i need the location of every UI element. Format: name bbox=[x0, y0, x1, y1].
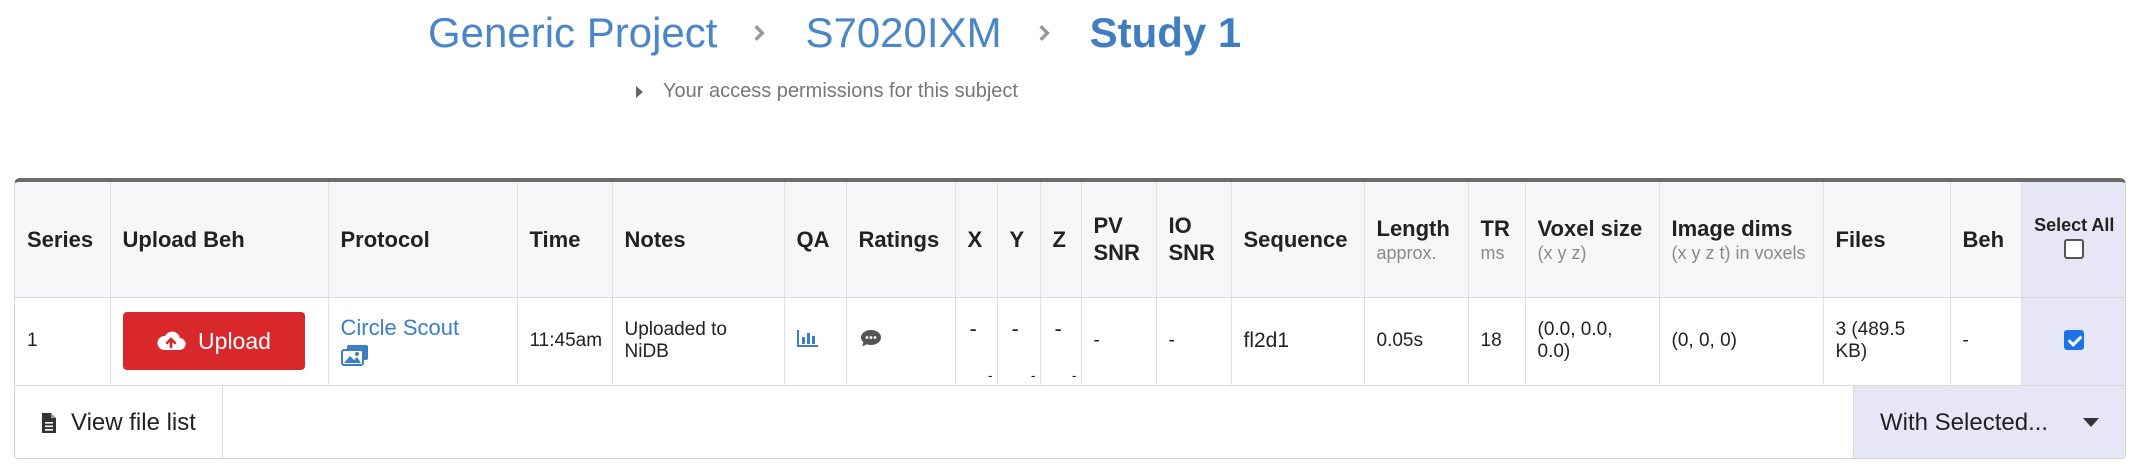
breadcrumb-subject-link[interactable]: S7020IXM bbox=[805, 9, 1001, 57]
upload-button-label: Upload bbox=[198, 327, 271, 354]
col-image-dims-label: Image dims bbox=[1671, 215, 1793, 241]
col-tr: TR ms bbox=[1468, 182, 1526, 298]
cell-x-value: - bbox=[969, 315, 977, 341]
with-selected-label: With Selected... bbox=[1880, 408, 2049, 436]
cell-length: 0.05s bbox=[1364, 297, 1469, 386]
chevron-right-icon bbox=[751, 25, 767, 41]
col-beh: Beh bbox=[1950, 182, 2022, 298]
col-series: Series bbox=[15, 182, 111, 298]
col-voxel-size: Voxel size (x y z) bbox=[1525, 182, 1660, 298]
cell-z-value: - bbox=[1054, 315, 1062, 341]
cell-y: - - bbox=[997, 297, 1041, 386]
cell-pv-snr: - bbox=[1081, 297, 1157, 386]
file-icon bbox=[42, 412, 56, 433]
table-footer: View file list With Selected... bbox=[15, 385, 2125, 459]
access-permissions-toggle[interactable]: Your access permissions for this subject bbox=[636, 80, 1018, 103]
col-protocol: Protocol bbox=[328, 182, 518, 298]
bar-chart-icon[interactable] bbox=[796, 329, 819, 347]
col-voxel-sub: (x y z) bbox=[1537, 242, 1587, 263]
col-image-dims-sub: (x y z t) in voxels bbox=[1671, 242, 1806, 263]
cell-x: - - bbox=[955, 297, 998, 386]
col-length-sub: approx. bbox=[1376, 242, 1437, 263]
caret-right-icon bbox=[636, 85, 643, 98]
col-sequence: Sequence bbox=[1231, 182, 1365, 298]
protocol-link[interactable]: Circle Scout bbox=[341, 316, 505, 340]
table-header-row: Series Upload Beh Protocol Time Notes QA… bbox=[15, 182, 2125, 298]
cell-io-snr: - bbox=[1156, 297, 1232, 386]
col-time: Time bbox=[517, 182, 613, 298]
comment-icon[interactable] bbox=[859, 328, 883, 348]
view-file-list-button[interactable]: View file list bbox=[15, 385, 223, 458]
col-select-all: Select All bbox=[2021, 182, 2125, 298]
select-all-label: Select All bbox=[2034, 215, 2115, 236]
access-permissions-label: Your access permissions for this subject bbox=[663, 80, 1018, 102]
cell-series: 1 bbox=[15, 297, 111, 386]
cell-sequence: fl2d1 bbox=[1231, 297, 1365, 386]
upload-button[interactable]: Upload bbox=[122, 312, 305, 370]
table-row: 1 Upload Circle Scout 11:45am Uploaded t… bbox=[15, 297, 2125, 386]
cell-notes: Uploaded to NiDB bbox=[612, 297, 785, 386]
caret-down-icon bbox=[2083, 418, 2099, 427]
col-files: Files bbox=[1823, 182, 1951, 298]
cell-z: - - bbox=[1040, 297, 1082, 386]
col-z: Z bbox=[1040, 182, 1082, 298]
cell-upload: Upload bbox=[110, 297, 329, 386]
cell-ratings bbox=[846, 297, 956, 386]
cell-time: 11:45am bbox=[517, 297, 613, 386]
col-length: Length approx. bbox=[1364, 182, 1469, 298]
col-y: Y bbox=[997, 182, 1041, 298]
series-table-card: Series Upload Beh Protocol Time Notes QA… bbox=[14, 178, 2126, 459]
breadcrumb-study-link[interactable]: Study 1 bbox=[1090, 9, 1242, 57]
cell-select bbox=[2021, 297, 2125, 386]
cell-x-sub: - bbox=[987, 366, 993, 383]
col-voxel-label: Voxel size bbox=[1537, 215, 1643, 241]
cell-tr: 18 bbox=[1468, 297, 1526, 386]
col-length-label: Length bbox=[1376, 215, 1450, 241]
col-image-dims: Image dims (x y z t) in voxels bbox=[1659, 182, 1824, 298]
footer-spacer bbox=[223, 386, 1853, 459]
col-upload-beh: Upload Beh bbox=[110, 182, 329, 298]
cell-image-dims: (0, 0, 0) bbox=[1659, 297, 1824, 386]
col-pv-snr: PV SNR bbox=[1081, 182, 1157, 298]
chevron-right-icon bbox=[1036, 25, 1052, 41]
cell-qa bbox=[784, 297, 847, 386]
cell-protocol: Circle Scout bbox=[328, 297, 518, 386]
col-tr-sub: ms bbox=[1480, 242, 1505, 263]
col-ratings: Ratings bbox=[846, 182, 956, 298]
cloud-upload-icon bbox=[157, 331, 186, 351]
breadcrumb: Generic Project S7020IXM Study 1 bbox=[428, 6, 1241, 60]
cell-y-sub: - bbox=[1030, 366, 1036, 383]
series-table: Series Upload Beh Protocol Time Notes QA… bbox=[15, 182, 2125, 386]
cell-z-sub: - bbox=[1071, 366, 1077, 383]
breadcrumb-project-link[interactable]: Generic Project bbox=[428, 9, 717, 57]
cell-beh: - bbox=[1950, 297, 2022, 386]
cell-files: 3 (489.5 KB) bbox=[1823, 297, 1951, 386]
col-notes: Notes bbox=[612, 182, 785, 298]
with-selected-dropdown[interactable]: With Selected... bbox=[1853, 385, 2125, 458]
cell-y-value: - bbox=[1011, 315, 1019, 341]
col-qa: QA bbox=[784, 182, 847, 298]
view-file-list-label: View file list bbox=[71, 408, 196, 436]
images-icon[interactable] bbox=[340, 344, 369, 366]
select-all-checkbox[interactable] bbox=[2064, 239, 2085, 260]
col-x: X bbox=[955, 182, 998, 298]
col-io-snr: IO SNR bbox=[1156, 182, 1232, 298]
row-select-checkbox[interactable] bbox=[2064, 330, 2085, 350]
cell-voxel-size: (0.0, 0.0, 0.0) bbox=[1525, 297, 1660, 386]
col-tr-label: TR bbox=[1480, 215, 1510, 241]
